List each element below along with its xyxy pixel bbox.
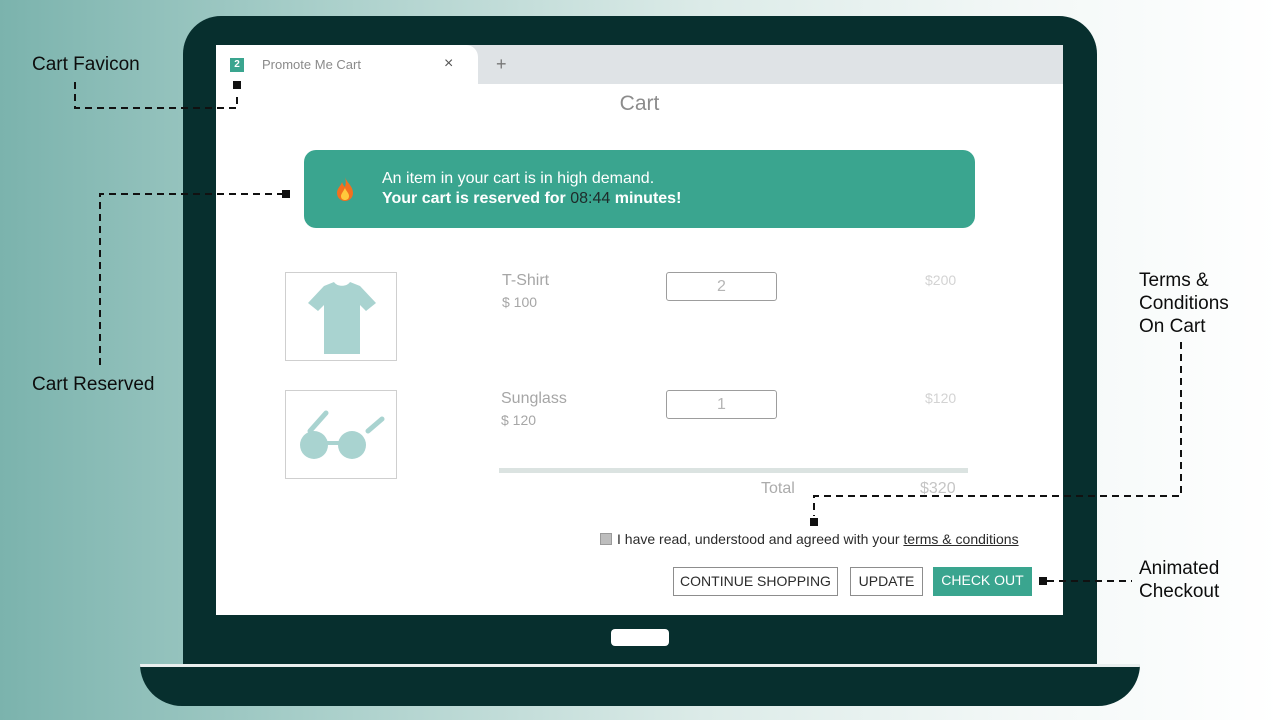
callout-checkout-line: Animated (1139, 558, 1220, 579)
callout-terms-line: Terms & (1139, 270, 1209, 291)
callout-checkout-line: Checkout (1139, 581, 1220, 602)
callout-cart-reserved: Cart Reserved (32, 374, 155, 395)
callout-terms-line: Conditions (1139, 293, 1229, 314)
callout-terms-line: On Cart (1139, 316, 1206, 337)
callout-cart-favicon: Cart Favicon (32, 54, 140, 75)
callout-animated-checkout: Animated Checkout (1139, 557, 1219, 603)
callout-connectors (74, 81, 1182, 585)
callout-terms: Terms & Conditions On Cart (1139, 269, 1229, 338)
